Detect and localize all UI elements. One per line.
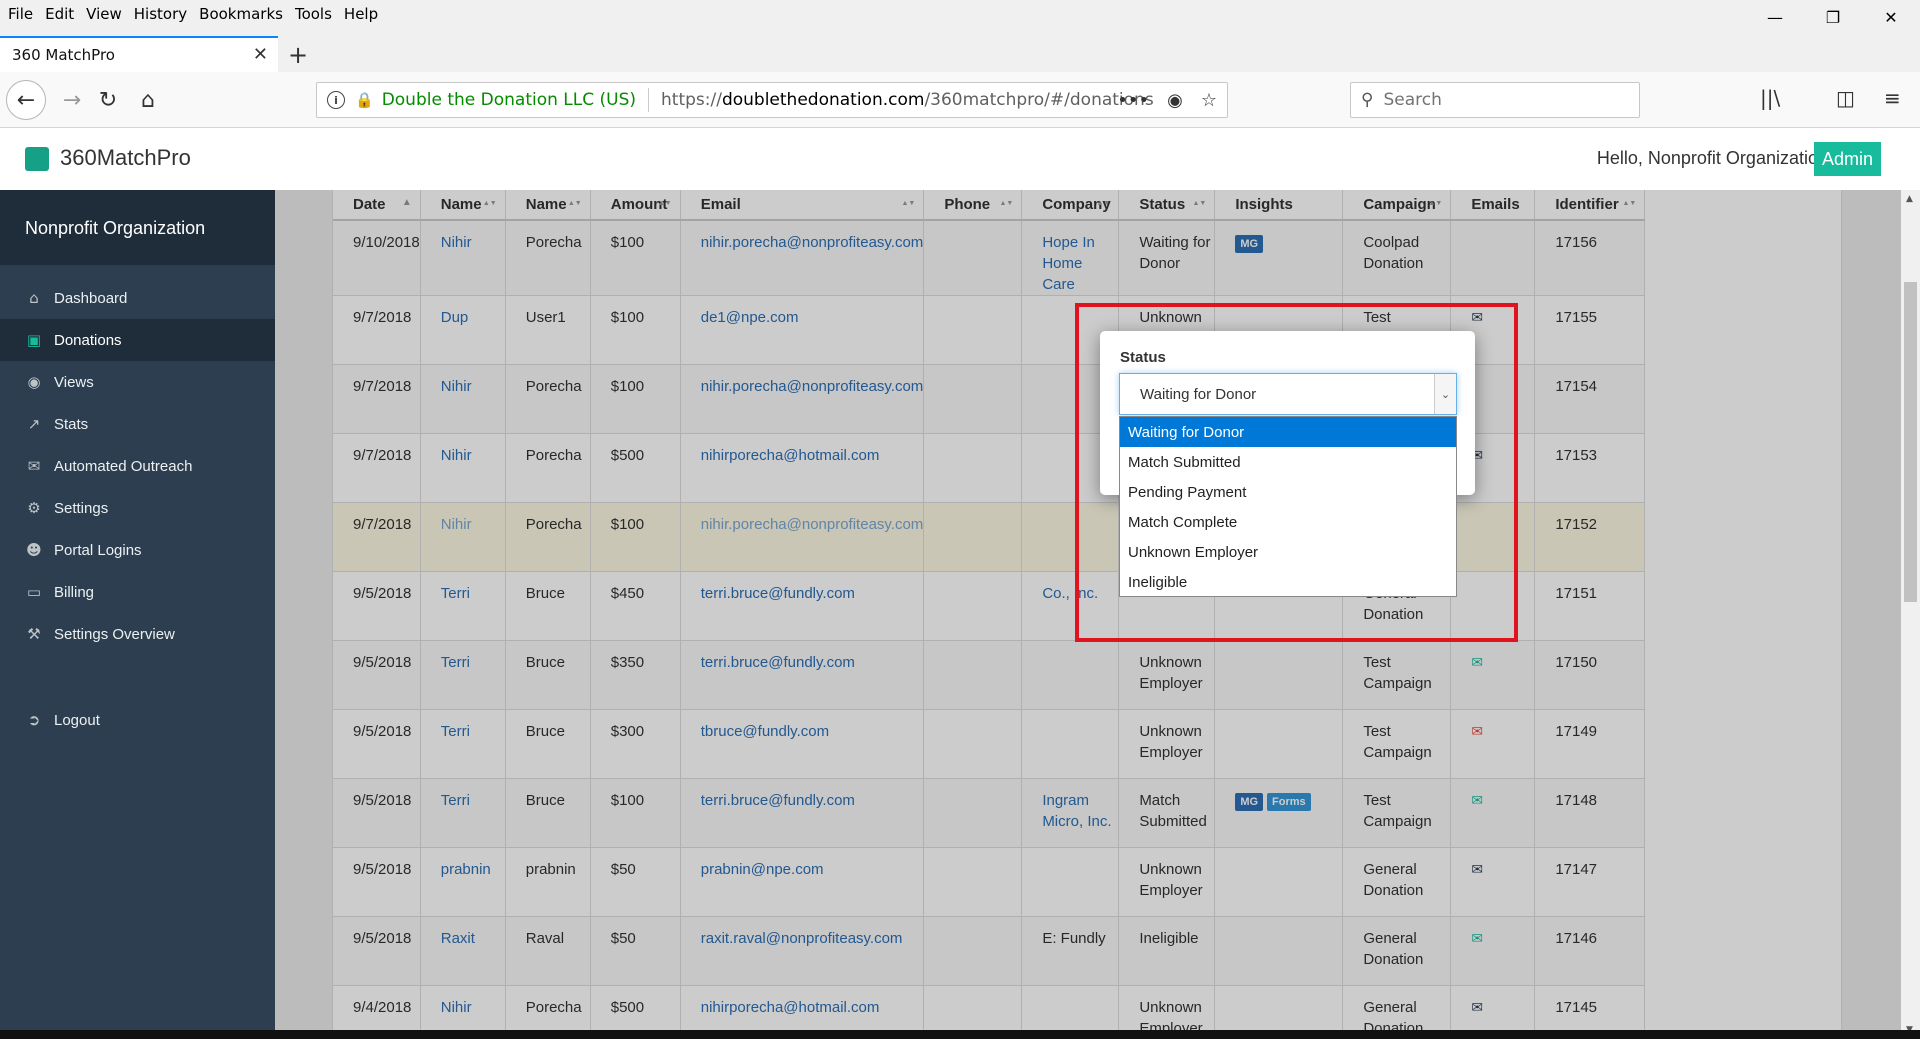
menu-view[interactable]: View xyxy=(86,5,122,23)
chart-icon: ↗ xyxy=(27,415,41,433)
sidebar-item-label: Portal Logins xyxy=(54,541,142,559)
sidebar-item-label: Logout xyxy=(54,711,100,729)
sidebar-toggle-icon[interactable]: ◫ xyxy=(1836,86,1855,110)
url-bar[interactable]: i 🔒 Double the Donation LLC (US) https:/… xyxy=(316,82,1228,118)
url-domain: doublethedonation.com xyxy=(721,90,925,110)
sidebar-item-label: Automated Outreach xyxy=(54,457,193,475)
sidebar-item-label: Settings Overview xyxy=(54,625,175,643)
menu-help[interactable]: Help xyxy=(344,5,378,23)
sidebar-item-automated-outreach[interactable]: ✉ Automated Outreach xyxy=(0,445,275,487)
sidebar-item-stats[interactable]: ↗ Stats xyxy=(0,403,275,445)
home-icon: ⌂ xyxy=(29,289,39,307)
app-logo xyxy=(25,147,49,171)
sidebar-item-portal-logins[interactable]: ☻ Portal Logins xyxy=(0,529,275,571)
browser-tab[interactable]: 360 MatchPro ✕ xyxy=(0,36,278,72)
close-tab-icon[interactable]: ✕ xyxy=(253,44,268,65)
search-icon: ⚲ xyxy=(1361,90,1374,110)
greeting: Hello, Nonprofit Organization xyxy=(1596,148,1828,168)
pocket-icon[interactable]: ◉ xyxy=(1167,90,1183,111)
menu-tools[interactable]: Tools xyxy=(295,5,332,23)
library-icon[interactable]: ||\ xyxy=(1760,86,1780,110)
new-tab-button[interactable]: + xyxy=(288,41,308,69)
sidebar-title: Nonprofit Organization xyxy=(0,190,275,265)
user-icon: ☻ xyxy=(26,541,42,559)
tab-title: 360 MatchPro xyxy=(12,46,115,64)
sidebar-item-label: Donations xyxy=(54,331,122,349)
app-header: 360MatchPro Hello, Nonprofit Organizatio… xyxy=(0,128,1920,190)
hamburger-menu-icon[interactable]: ≡ xyxy=(1884,86,1901,110)
bookmark-star-icon[interactable]: ☆ xyxy=(1201,90,1217,111)
logout-icon: ➲ xyxy=(27,711,41,729)
sidebar-item-label: Billing xyxy=(54,583,95,601)
money-icon: ▣ xyxy=(26,331,42,349)
gears-icon: ⚙ xyxy=(27,499,41,517)
page-scrollbar[interactable]: ▲ ▼ xyxy=(1901,190,1920,1039)
back-button[interactable]: ← xyxy=(6,80,46,120)
search-input[interactable]: ⚲ Search xyxy=(1350,82,1640,118)
os-taskbar xyxy=(0,1030,1920,1039)
sidebar-item-settings[interactable]: ⚙ Settings xyxy=(0,487,275,529)
menu-edit[interactable]: Edit xyxy=(45,5,74,23)
tab-bar: 360 MatchPro ✕ + xyxy=(0,27,1920,72)
sidebar-item-settings-overview[interactable]: ⚒ Settings Overview xyxy=(0,613,275,655)
menu-bookmarks[interactable]: Bookmarks xyxy=(199,5,283,23)
home-button[interactable]: ⌂ xyxy=(130,82,166,118)
sidebar-item-label: Settings xyxy=(54,499,109,517)
sidebar-item-label: Dashboard xyxy=(54,289,128,307)
admin-button[interactable]: Admin xyxy=(1813,142,1881,176)
sidebar-item-logout[interactable]: ➲ Logout xyxy=(0,699,275,741)
sidebar-item-views[interactable]: ◉ Views xyxy=(0,361,275,403)
app-name: 360MatchPro xyxy=(60,145,191,170)
menu-history[interactable]: History xyxy=(134,5,187,23)
eye-icon: ◉ xyxy=(27,373,41,391)
divider xyxy=(648,88,649,112)
sidebar-item-dashboard[interactable]: ⌂ Dashboard xyxy=(0,277,275,319)
sidebar-item-label: Views xyxy=(54,373,94,391)
sidebar: Nonprofit Organization ⌂ Dashboard ▣ Donati… xyxy=(0,190,275,1039)
page-actions-icon[interactable]: ••• xyxy=(1117,90,1149,111)
scroll-up-icon[interactable]: ▲ xyxy=(1906,194,1913,204)
wrench-icon: ⚒ xyxy=(27,625,41,643)
scrollbar-thumb[interactable] xyxy=(1904,282,1917,602)
sidebar-item-donations[interactable]: ▣ Donations xyxy=(0,319,275,361)
lock-icon: 🔒 xyxy=(355,91,374,109)
site-identity: Double the Donation LLC (US) xyxy=(381,90,636,110)
reload-button[interactable]: ↻ xyxy=(90,82,126,118)
browser-menu-bar: File Edit View History Bookmarks Tools Help xyxy=(0,0,1920,27)
menu-file[interactable]: File xyxy=(8,5,33,23)
url-text: https://doublethedonation.com/360matchpr… xyxy=(661,90,1154,110)
credit-card-icon: ▭ xyxy=(26,583,42,601)
search-placeholder: Search xyxy=(1383,90,1442,110)
info-icon[interactable]: i xyxy=(327,91,345,109)
url-prefix: https:// xyxy=(661,90,722,110)
highlight-annotation xyxy=(1075,303,1518,642)
sidebar-item-billing[interactable]: ▭ Billing xyxy=(0,571,275,613)
envelope-open-icon: ✉ xyxy=(27,457,41,475)
forward-button[interactable]: → xyxy=(54,82,90,118)
navigation-bar: ← → ↻ ⌂ i 🔒 Double the Donation LLC (US)… xyxy=(0,72,1920,128)
sidebar-item-label: Stats xyxy=(54,415,89,433)
